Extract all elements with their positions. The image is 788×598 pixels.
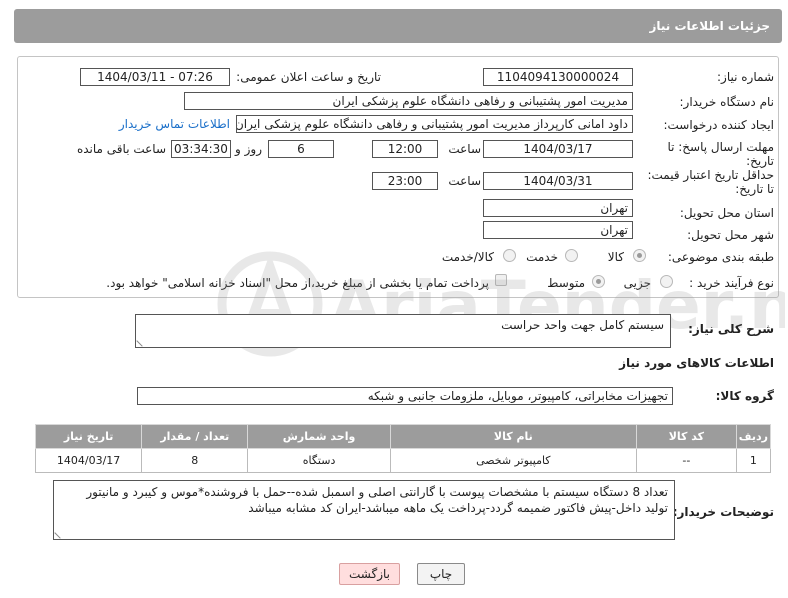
goods-table: ردیف کد کالا نام کالا واحد شمارش تعداد /… <box>34 424 772 473</box>
category-option-goods-service: کالا/خدمت <box>441 250 494 264</box>
cell-code: -- <box>636 448 737 473</box>
process-label: نوع فرآیند خرید : <box>689 276 774 290</box>
category-radio-goods-service[interactable] <box>503 249 516 262</box>
cell-unit: دستگاه <box>247 448 391 473</box>
resize-handle-icon[interactable] <box>54 527 66 539</box>
cell-name: کامپیوتر شخصی <box>389 448 638 473</box>
col-header-code: کد کالا <box>636 424 737 449</box>
col-header-qty: تعداد / مقدار <box>141 424 249 449</box>
cell-qty: 8 <box>141 448 249 473</box>
cell-row: 1 <box>735 448 772 473</box>
col-header-unit: واحد شمارش <box>247 424 391 449</box>
table-row: 1 -- کامپیوتر شخصی دستگاه 8 1404/03/17 <box>34 448 772 473</box>
validity-time-label: ساعت <box>448 174 481 188</box>
reply-deadline-label-date: تاریخ: <box>746 154 774 168</box>
cell-date: 1404/03/17 <box>34 448 143 473</box>
reply-date-field: 1404/03/17 <box>483 140 633 158</box>
creator-field: داود امانی کارپرداز مدیریت امور پشتیبانی… <box>236 115 633 133</box>
buyer-notes-label: توضیحات خریدار: <box>672 505 774 519</box>
validity-date-field: 1404/03/31 <box>483 172 633 190</box>
goods-section-title: اطلاعات کالاهای مورد نیاز <box>619 356 774 370</box>
price-validity-label: حداقل تاریخ اعتبار قیمت: <box>647 168 774 182</box>
need-number-label: شماره نیاز: <box>717 70 774 84</box>
col-header-row: ردیف <box>735 424 772 449</box>
reply-time-label: ساعت <box>448 142 481 156</box>
goods-group-field: تجهیزات مخابراتی، کامپیوتر، موبایل، ملزو… <box>137 387 673 405</box>
process-option-minor: جزیی <box>623 276 651 290</box>
print-button[interactable]: چاپ <box>417 563 465 585</box>
city-label: شهر محل تحویل: <box>687 228 774 242</box>
buyer-org-label: نام دستگاه خریدار: <box>679 95 775 109</box>
buyer-contact-link[interactable]: اطلاعات تماس خریدار <box>119 117 230 131</box>
payment-note: پرداخت تمام یا بخشی از مبلغ خرید،از محل … <box>106 276 489 290</box>
process-radio-minor[interactable] <box>660 275 673 288</box>
need-number-field: 1104094130000024 <box>483 68 633 86</box>
process-radio-medium[interactable] <box>592 275 605 288</box>
reply-time-field: 12:00 <box>372 140 438 158</box>
creator-label: ایجاد کننده درخواست: <box>663 118 774 132</box>
treasury-payment-checkbox[interactable] <box>495 274 507 286</box>
category-option-goods: کالا <box>607 250 624 264</box>
validity-time-field: 23:00 <box>372 172 438 190</box>
process-option-medium: متوسط <box>547 276 585 290</box>
days-field: 6 <box>268 140 334 158</box>
announce-label: تاریخ و ساعت اعلان عمومی: <box>236 70 381 84</box>
back-button[interactable]: بازگشت <box>339 563 400 585</box>
price-validity-label-date: تا تاریخ: <box>735 182 774 196</box>
buyer-notes-text: تعداد 8 دستگاه سیستم با مشخصات پیوست با … <box>86 485 668 515</box>
announce-datetime-field: 1404/03/11 - 07:26 <box>80 68 230 86</box>
province-field: تهران <box>483 199 633 217</box>
page-title: جزئیات اطلاعات نیاز <box>649 19 770 33</box>
page-header: جزئیات اطلاعات نیاز <box>14 9 782 43</box>
description-text: سیستم کامل جهت واحد حراست <box>501 318 664 332</box>
category-option-service: خدمت <box>526 250 558 264</box>
days-label: روز و <box>235 142 262 156</box>
category-label: طبقه بندی موضوعی: <box>667 250 774 264</box>
col-header-name: نام کالا <box>389 424 638 449</box>
category-radio-service[interactable] <box>565 249 578 262</box>
description-field: سیستم کامل جهت واحد حراست <box>135 314 671 348</box>
province-label: استان محل تحویل: <box>679 206 774 220</box>
remaining-time-label: ساعت باقی مانده <box>76 142 166 156</box>
buyer-org-field: مدیریت امور پشتیبانی و رفاهی دانشگاه علو… <box>184 92 633 110</box>
buyer-notes-field: تعداد 8 دستگاه سیستم با مشخصات پیوست با … <box>53 480 675 540</box>
reply-deadline-label: مهلت ارسال پاسخ: تا <box>667 140 774 154</box>
col-header-date: تاریخ نیاز <box>34 424 143 449</box>
category-radio-goods[interactable] <box>633 249 646 262</box>
remaining-time-field: 03:34:30 <box>171 140 231 158</box>
goods-group-label: گروه کالا: <box>715 389 774 403</box>
goods-table-header: ردیف کد کالا نام کالا واحد شمارش تعداد /… <box>34 424 772 449</box>
city-field: تهران <box>483 221 633 239</box>
resize-handle-icon[interactable] <box>136 335 148 347</box>
description-label: شرح کلی نیاز: <box>688 322 774 336</box>
